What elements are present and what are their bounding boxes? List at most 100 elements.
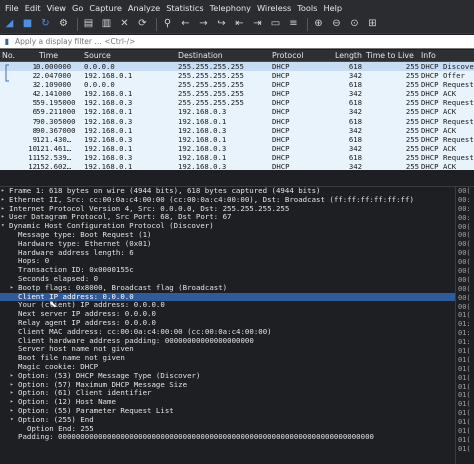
- column-header-length[interactable]: Length: [335, 51, 362, 60]
- collapsed-arrow-icon[interactable]: ▸: [10, 372, 14, 381]
- packet-time: 90.367000: [36, 125, 76, 135]
- byte-offset: 00(: [458, 222, 471, 231]
- toolbar-separator: [77, 17, 78, 31]
- find-packet-icon[interactable]: ⚲: [160, 17, 175, 32]
- packet-row[interactable]: 6 59.211000 192.168.0.1 192.168.0.3 DHCP 342 2…: [0, 107, 474, 116]
- packet-source: 192.168.0.1: [84, 89, 133, 99]
- go-back-icon[interactable]: ←: [178, 17, 193, 32]
- menu-view[interactable]: View: [44, 3, 69, 13]
- byte-offset: 00(: [458, 258, 471, 267]
- packet-length: 342: [348, 162, 362, 170]
- column-header-ttl[interactable]: Time to Live: [366, 51, 414, 60]
- collapsed-arrow-icon[interactable]: ▸: [10, 398, 14, 407]
- column-header-time[interactable]: Time: [39, 51, 58, 60]
- menu-capture[interactable]: Capture: [86, 3, 125, 13]
- menu-analyze[interactable]: Analyze: [125, 3, 163, 13]
- menu-telephony[interactable]: Telephony: [207, 3, 254, 13]
- packet-source: 192.168.0.3: [84, 152, 133, 162]
- menu-help[interactable]: Help: [320, 3, 345, 13]
- menu-edit[interactable]: Edit: [22, 3, 44, 13]
- packet-row[interactable]: 3 2.109000 0.0.0.0 255.255.255.255 DHCP 618 25…: [0, 80, 474, 89]
- byte-offset: 01(: [458, 400, 471, 409]
- byte-offset: 01(: [458, 373, 471, 382]
- column-header-no[interactable]: No.: [2, 51, 15, 60]
- packet-time: 90.305000: [36, 116, 76, 126]
- menu-go[interactable]: Go: [69, 3, 86, 13]
- display-filter-bar: ▮: [0, 35, 474, 49]
- packet-protocol: DHCP: [272, 98, 290, 108]
- first-packet-icon[interactable]: ⇤: [232, 17, 247, 32]
- packet-info: DHCP ACK: [421, 89, 457, 99]
- packet-ttl: 255: [405, 89, 419, 99]
- detail-row[interactable]: Padding: 0000000000000000000000000000000…: [0, 433, 455, 442]
- save-file-icon[interactable]: ▥: [99, 17, 114, 32]
- column-header-protocol[interactable]: Protocol: [272, 51, 303, 60]
- menu-file[interactable]: File: [2, 3, 22, 13]
- collapsed-arrow-icon[interactable]: ▸: [10, 407, 14, 416]
- packet-row[interactable]: 1 0.000000 0.0.0.0 255.255.255.255 DHCP 618 25…: [0, 62, 474, 72]
- menu-tools[interactable]: Tools: [294, 3, 320, 13]
- packet-row[interactable]: 12 152.602… 192.168.0.1 192.168.0.3 DHCP 342 2…: [0, 162, 474, 170]
- column-header-info[interactable]: Info: [421, 51, 436, 60]
- restart-capture-icon[interactable]: ↻: [38, 17, 53, 32]
- reload-icon[interactable]: ⟳: [135, 17, 150, 32]
- go-to-packet-icon[interactable]: ↪: [214, 17, 229, 32]
- packet-row[interactable]: 5 59.195000 192.168.0.3 255.255.255.255 DHCP…: [0, 98, 474, 107]
- colorize-icon[interactable]: ≡: [286, 17, 301, 32]
- go-forward-icon[interactable]: →: [196, 17, 211, 32]
- expanded-arrow-icon[interactable]: ▾: [1, 222, 5, 231]
- packet-protocol: DHCP: [272, 134, 290, 144]
- packet-time: 152.602…: [36, 162, 72, 170]
- collapsed-arrow-icon[interactable]: ▸: [1, 196, 5, 205]
- packet-row[interactable]: 10 121.461… 192.168.0.1 192.168.0.3 DHCP 342 2…: [0, 144, 474, 153]
- collapsed-arrow-icon[interactable]: ▸: [10, 284, 14, 293]
- capture-options-icon[interactable]: ⚙: [56, 17, 71, 32]
- packet-destination: 192.168.0.3: [178, 162, 227, 170]
- column-header-destination[interactable]: Destination: [178, 51, 223, 60]
- collapsed-arrow-icon[interactable]: ▸: [1, 205, 5, 214]
- zoom-in-icon[interactable]: ⊕: [311, 17, 326, 32]
- byte-offset: 00(: [458, 293, 471, 302]
- detail-text: Padding: 0000000000000000000000000000000…: [18, 432, 374, 442]
- packet-row[interactable]: 11 152.539… 192.168.0.3 192.168.0.1 DHCP 618 2…: [0, 153, 474, 162]
- packet-length: 618: [348, 62, 362, 71]
- packet-time: 0.000000: [36, 62, 72, 71]
- byte-offset: 00(: [458, 240, 471, 249]
- packet-row[interactable]: 2 2.047000 192.168.0.1 255.255.255.255 DHCP 3…: [0, 71, 474, 80]
- last-packet-icon[interactable]: ⇥: [250, 17, 265, 32]
- normal-size-icon[interactable]: ⊙: [347, 17, 362, 32]
- packet-time: 152.539…: [36, 152, 72, 162]
- collapsed-arrow-icon[interactable]: ▸: [1, 187, 5, 196]
- stop-capture-icon[interactable]: ■: [20, 17, 35, 32]
- autoscroll-icon[interactable]: ▭: [268, 17, 283, 32]
- column-header-source[interactable]: Source: [84, 51, 111, 60]
- packet-protocol: DHCP: [272, 125, 290, 135]
- packet-destination: 192.168.0.3: [178, 107, 227, 117]
- byte-offset: 01(: [458, 347, 471, 356]
- menu-wireless[interactable]: Wireless: [254, 3, 294, 13]
- packet-protocol: DHCP: [272, 80, 290, 90]
- open-file-icon[interactable]: ▤: [81, 17, 96, 32]
- bookmark-filter-icon[interactable]: ▮: [2, 37, 12, 47]
- zoom-out-icon[interactable]: ⊖: [329, 17, 344, 32]
- collapsed-arrow-icon[interactable]: ▸: [10, 389, 14, 398]
- close-file-icon[interactable]: ✕: [117, 17, 132, 32]
- packet-source: 192.168.0.1: [84, 71, 133, 81]
- packet-row[interactable]: 8 90.367000 192.168.0.1 192.168.0.3 DHCP 342 2…: [0, 126, 474, 135]
- detail-row[interactable]: Hardware address length: 6: [0, 248, 455, 258]
- packet-source: 192.168.0.3: [84, 134, 133, 144]
- collapsed-arrow-icon[interactable]: ▸: [10, 381, 14, 390]
- display-filter-input[interactable]: [15, 35, 455, 48]
- packet-source: 192.168.0.3: [84, 98, 133, 108]
- expanded-arrow-icon[interactable]: ▾: [10, 416, 14, 425]
- packet-time: 59.195000: [36, 98, 76, 108]
- menu-statistics[interactable]: Statistics: [163, 3, 206, 13]
- packet-row[interactable]: 7 90.305000 192.168.0.3 192.168.0.1 DHCP 618 2…: [0, 117, 474, 126]
- collapsed-arrow-icon[interactable]: ▸: [1, 213, 5, 222]
- packet-time: 2.109000: [36, 80, 72, 90]
- packet-row[interactable]: 4 2.141000 192.168.0.1 255.255.255.255 DHCP 3…: [0, 89, 474, 98]
- byte-offset: 00(: [458, 231, 471, 240]
- packet-row[interactable]: 9 121.430… 192.168.0.3 192.168.0.1 DHCP 618 25…: [0, 135, 474, 144]
- resize-columns-icon[interactable]: ⊞: [365, 17, 380, 32]
- start-capture-icon[interactable]: ◢: [2, 17, 17, 32]
